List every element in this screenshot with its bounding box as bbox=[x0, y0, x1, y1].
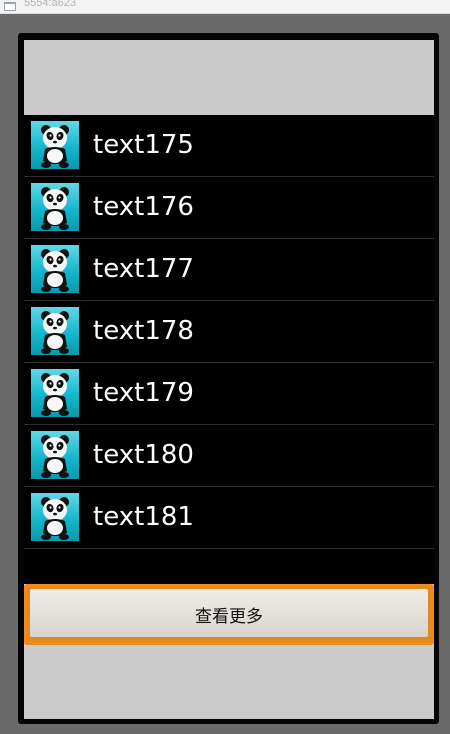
panda-icon bbox=[31, 493, 79, 541]
load-more-button[interactable]: 查看更多 bbox=[24, 584, 434, 645]
list-item-label: text176 bbox=[93, 192, 194, 222]
list-item[interactable]: text177 bbox=[24, 239, 434, 301]
panda-icon bbox=[31, 121, 79, 169]
window-icon bbox=[4, 2, 16, 11]
list-item[interactable]: text179 bbox=[24, 363, 434, 425]
load-more-button-face[interactable]: 查看更多 bbox=[30, 589, 428, 637]
list-item-label: text181 bbox=[93, 502, 194, 532]
panda-icon bbox=[31, 183, 79, 231]
panda-icon bbox=[31, 369, 79, 417]
list-item[interactable]: text181 bbox=[24, 487, 434, 549]
panda-icon bbox=[31, 307, 79, 355]
list-item[interactable]: text176 bbox=[24, 177, 434, 239]
load-more-label: 查看更多 bbox=[195, 607, 263, 627]
panda-icon bbox=[31, 431, 79, 479]
list-item[interactable]: text178 bbox=[24, 301, 434, 363]
header-panel bbox=[24, 40, 434, 115]
footer-panel: 查看更多 bbox=[24, 584, 434, 719]
list-item[interactable]: text175 bbox=[24, 115, 434, 177]
item-list[interactable]: text174 text175 text176 bbox=[24, 53, 434, 549]
window-title: 5554:a623 bbox=[24, 0, 76, 9]
list-item-label: text179 bbox=[93, 378, 194, 408]
list-item-label: text178 bbox=[93, 316, 194, 346]
device-screen: text174 text175 text176 bbox=[24, 40, 434, 719]
panda-icon bbox=[31, 245, 79, 293]
list-item-label: text177 bbox=[93, 254, 194, 284]
list-item[interactable]: text180 bbox=[24, 425, 434, 487]
list-item-label: text180 bbox=[93, 440, 194, 470]
window-titlebar: 5554:a623 bbox=[0, 0, 450, 14]
list-item-label: text175 bbox=[93, 130, 194, 160]
